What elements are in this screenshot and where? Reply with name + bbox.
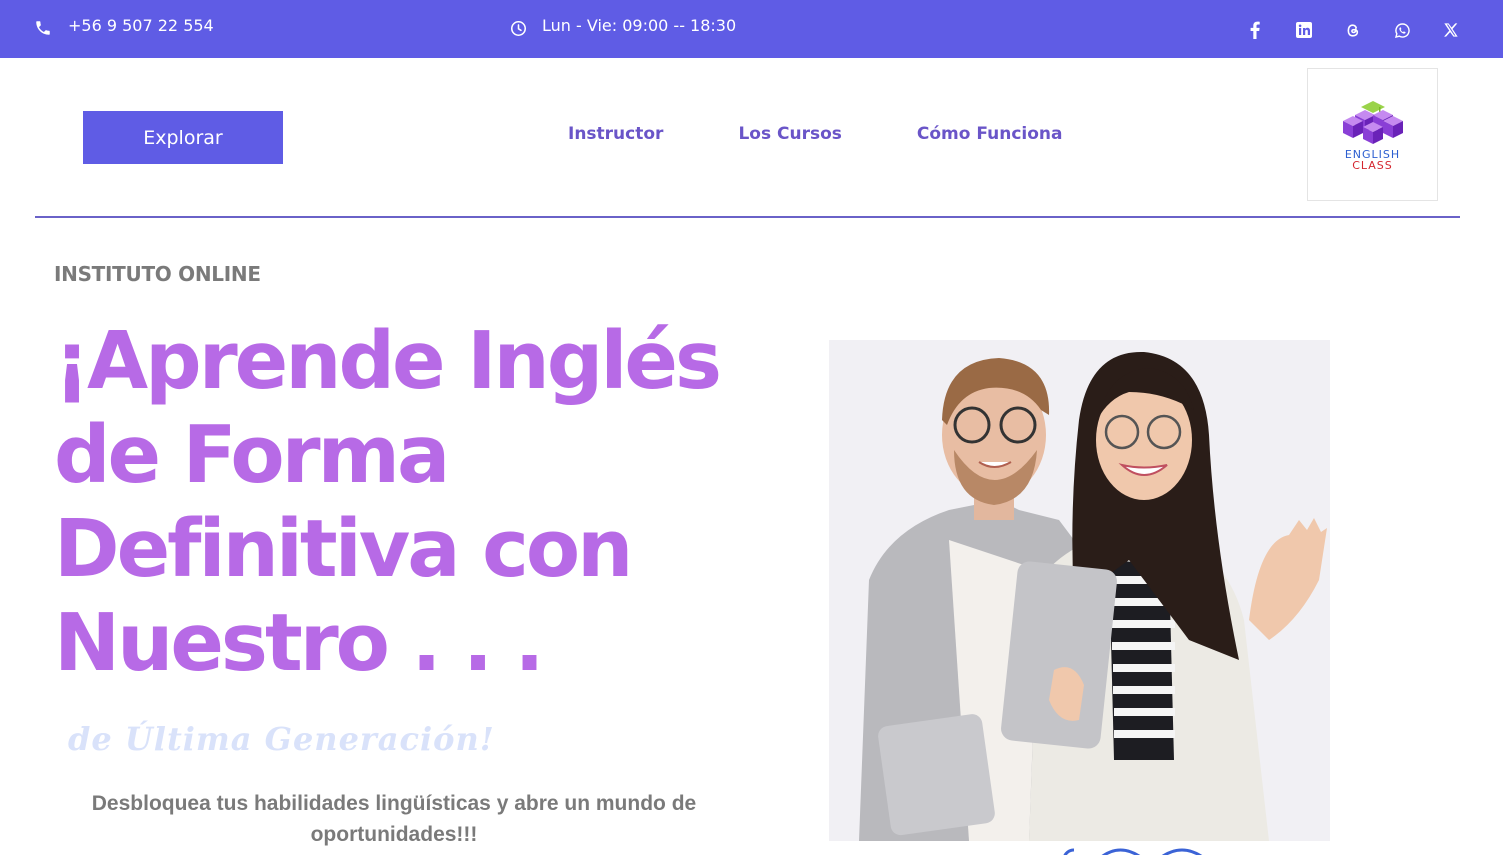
hero-subtitle: de Última Generación! [68,720,495,758]
phone-icon [36,21,50,35]
main-nav: Instructor Los Cursos Cómo Funciona [568,124,1062,144]
threads-icon[interactable] [1343,14,1363,46]
x-icon[interactable] [1441,14,1461,46]
contact-phone[interactable]: +56 9 507 22 554 [34,0,214,50]
whatsapp-icon[interactable] [1392,14,1412,46]
hero-description: Desbloquea tus habilidades lingüísticas … [91,792,697,846]
hero-title: ¡Aprende Inglés de Forma Definitiva con … [54,315,722,689]
logo-text-class: CLASS [1352,158,1393,172]
top-bar: +56 9 507 22 554 Lun - Vie: 09:00 -- 18:… [0,0,1503,58]
decorative-circles [1063,848,1203,855]
linkedin-icon[interactable] [1294,14,1314,46]
opening-hours: Lun - Vie: 09:00 -- 18:30 [510,0,736,50]
site-logo[interactable]: ENGLISH CLASS [1307,68,1438,201]
clock-icon [510,20,527,36]
nav-courses[interactable]: Los Cursos [738,124,841,144]
students-illustration [859,351,1327,841]
phone-text: +56 9 507 22 554 [68,15,214,35]
hero-image [829,340,1330,841]
logo-cubes-icon [1342,100,1403,144]
explore-button[interactable]: Explorar [83,111,283,164]
nav-how-it-works[interactable]: Cómo Funciona [917,124,1063,144]
hero-eyebrow: INSTITUTO ONLINE [54,262,261,286]
header-divider [35,216,1460,218]
logo-text-english: ENGLISH [1344,147,1401,161]
nav-instructor[interactable]: Instructor [568,124,663,144]
social-links [1245,14,1461,46]
hours-text: Lun - Vie: 09:00 -- 18:30 [542,15,737,35]
facebook-icon[interactable] [1245,14,1265,46]
